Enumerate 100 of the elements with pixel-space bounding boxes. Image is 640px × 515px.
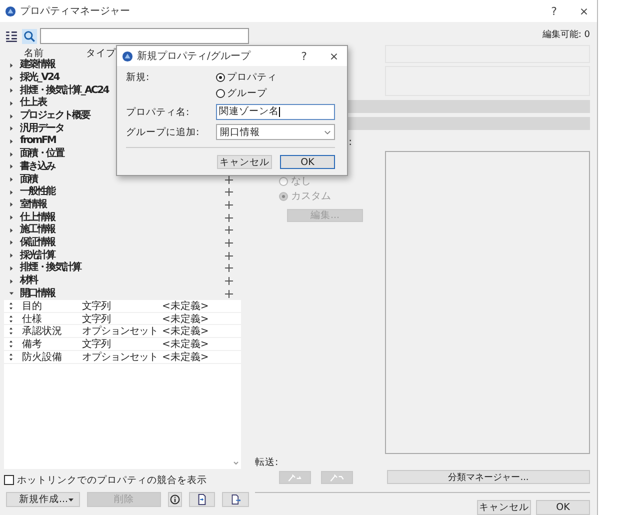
search-field[interactable] (40, 28, 249, 44)
group-name[interactable]: 採光_V24 (20, 72, 59, 84)
expand-arrow-icon[interactable] (9, 278, 14, 284)
group-name[interactable]: 開口情報 (20, 288, 55, 300)
plus-icon[interactable] (225, 226, 233, 234)
plus-icon[interactable] (225, 188, 233, 196)
group-name[interactable]: プロジェクト概要 (20, 110, 90, 122)
close-button[interactable]: × (571, 4, 597, 18)
group-name[interactable]: 一般性能 (20, 186, 55, 198)
expand-arrow-icon[interactable] (9, 76, 14, 81)
scroll-down-icon[interactable] (233, 461, 239, 465)
plus-icon[interactable] (225, 290, 233, 298)
property-name[interactable]: 目的 (22, 298, 82, 313)
expand-arrow-icon[interactable] (9, 228, 14, 233)
property-name[interactable]: 備考 (22, 336, 82, 351)
group-name[interactable]: 排煙・換気計算 (20, 262, 81, 274)
group-name[interactable]: 汎用データ (20, 122, 64, 135)
group-name[interactable]: 仕上情報 (20, 212, 55, 224)
new-button[interactable]: 新規作成... (6, 492, 80, 507)
expand-arrow-icon[interactable] (9, 100, 14, 106)
group-name[interactable]: 面積・位置 (20, 148, 64, 160)
dialog-button[interactable]: OK (536, 500, 590, 515)
property-name[interactable]: 仕様 (22, 312, 82, 326)
group-name[interactable]: 施工情報 (20, 224, 55, 236)
group-name[interactable]: 仕上表 (20, 97, 46, 110)
expand-arrow-icon[interactable] (9, 88, 14, 94)
drag-handle-icon[interactable] (9, 314, 13, 323)
list-view-icon[interactable] (4, 28, 19, 44)
property-type: オプションセット (82, 350, 159, 364)
expand-arrow-icon[interactable] (9, 291, 14, 296)
expand-arrow-icon[interactable] (9, 177, 14, 182)
property-value: <未定義> (162, 338, 209, 351)
radio-label: なし (291, 175, 311, 188)
drag-handle-icon[interactable] (9, 352, 13, 361)
help-button[interactable]: ? (291, 50, 317, 62)
group-name[interactable]: 書き込み (20, 160, 55, 173)
expand-arrow-icon[interactable] (9, 138, 14, 144)
info-button[interactable] (168, 492, 182, 507)
expand-arrow-icon[interactable] (9, 62, 14, 68)
classification-manager-button[interactable]: 分類マネージャー... (387, 470, 590, 484)
plus-icon[interactable] (225, 277, 233, 286)
group-name[interactable]: 保証情報 (20, 236, 55, 249)
property-name[interactable]: 承認状況 (22, 324, 82, 338)
group-name[interactable]: 建築情報 (20, 59, 55, 72)
field-label: プロパティ名: (126, 106, 190, 118)
plus-icon[interactable] (225, 238, 233, 247)
group-name[interactable]: fromFM (20, 135, 56, 148)
eyedropper-icon (286, 473, 304, 482)
editable-count: 編集可能: 0 (542, 28, 590, 40)
import-button[interactable] (188, 492, 216, 507)
dialog-button[interactable]: キャンセル (217, 155, 272, 169)
expand-arrow-icon[interactable] (9, 164, 14, 170)
expand-arrow-icon[interactable] (9, 114, 14, 119)
window-title: プロパティマネージャー (20, 4, 130, 18)
group-name[interactable]: 採光計算 (20, 250, 55, 262)
expand-arrow-icon[interactable] (9, 152, 14, 157)
drag-handle-icon[interactable] (9, 302, 13, 310)
expand-arrow-icon[interactable] (9, 240, 14, 246)
caret-icon[interactable] (68, 498, 74, 502)
property-type: 文字列 (82, 300, 112, 313)
plus-icon[interactable] (225, 214, 233, 222)
drag-handle-icon[interactable] (9, 340, 13, 348)
group-name[interactable]: 排煙・換気計算_AC24 (20, 84, 108, 97)
drag-handle-icon[interactable] (9, 327, 13, 336)
radio-button[interactable] (216, 89, 225, 98)
property-type: 文字列 (82, 312, 112, 326)
dialog-button[interactable]: OK (280, 155, 335, 169)
name-field[interactable]: 関連ゾーン名 (216, 104, 335, 120)
field-label: : (348, 138, 352, 148)
group-dropdown[interactable]: 開口情報 (216, 124, 335, 140)
expand-arrow-icon[interactable] (9, 215, 14, 220)
expand-arrow-icon[interactable] (9, 253, 14, 258)
search-icon[interactable] (22, 28, 37, 44)
column-header[interactable]: 名前 (24, 46, 86, 60)
plus-icon[interactable] (225, 264, 233, 272)
dialog-title: 新規プロパティ/グループ (137, 50, 250, 63)
property-name[interactable]: 防火設備 (22, 350, 82, 364)
export-button[interactable] (222, 492, 250, 507)
radio-button[interactable] (279, 176, 288, 186)
group-name[interactable]: 材料 (20, 275, 38, 288)
document-arrow-icon (230, 494, 241, 505)
plus-icon[interactable] (225, 252, 233, 260)
plus-icon[interactable] (225, 176, 233, 184)
close-button[interactable]: × (321, 50, 347, 62)
expand-arrow-icon[interactable] (9, 190, 14, 195)
expand-arrow-icon[interactable] (9, 266, 14, 271)
dialog-button[interactable]: キャンセル (477, 500, 531, 515)
radio-button[interactable] (216, 73, 225, 82)
plus-icon[interactable] (225, 200, 233, 209)
group-name[interactable]: 室情報 (20, 198, 46, 211)
document-icon (197, 494, 208, 505)
info-icon (170, 494, 180, 505)
column-header[interactable]: タイプ (86, 46, 116, 60)
help-button[interactable]: ? (541, 4, 567, 18)
property-type: オプションセット (82, 324, 159, 338)
expand-arrow-icon[interactable] (9, 202, 14, 208)
radio-button[interactable] (279, 192, 288, 200)
group-name[interactable]: 面積 (20, 174, 38, 186)
checkbox[interactable] (4, 475, 14, 485)
expand-arrow-icon[interactable] (9, 126, 14, 132)
